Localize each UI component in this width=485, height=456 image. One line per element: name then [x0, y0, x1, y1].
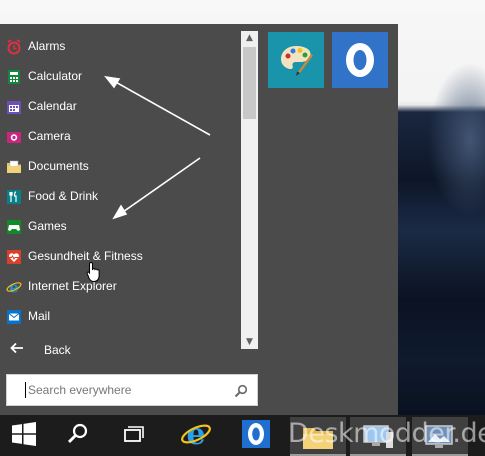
app-item-alarms[interactable]: Alarms — [0, 32, 240, 62]
app-item-documents[interactable]: Documents — [0, 152, 240, 182]
paint-palette-icon — [278, 42, 314, 82]
app-item-games[interactable]: Games — [0, 212, 240, 242]
internet-explorer-icon: e — [180, 417, 212, 454]
scroll-thumb[interactable] — [243, 47, 256, 119]
taskbar-internet-explorer[interactable]: e — [172, 415, 220, 456]
search-icon[interactable] — [234, 383, 248, 398]
alarm-clock-icon — [6, 39, 22, 55]
svg-text:e: e — [186, 418, 205, 450]
scroll-down-arrow-icon[interactable]: ▼ — [241, 335, 258, 349]
taskbar-search-button[interactable] — [54, 415, 102, 456]
outlook-icon — [341, 41, 379, 83]
task-view-icon — [122, 424, 146, 448]
app-label: Alarms — [28, 39, 66, 53]
documents-folder-icon — [6, 159, 22, 175]
computer-icon — [362, 424, 394, 454]
food-drink-icon — [6, 189, 22, 205]
back-arrow-icon — [10, 341, 24, 359]
app-item-internet-explorer[interactable]: e Internet Explorer — [0, 272, 240, 302]
app-label: Documents — [28, 159, 89, 173]
calculator-icon — [6, 69, 22, 85]
app-item-health-fitness[interactable]: Gesundheit & Fitness — [0, 242, 240, 272]
health-fitness-icon — [6, 249, 22, 265]
windows-logo-icon — [10, 420, 38, 452]
app-label: Calculator — [28, 69, 83, 83]
scroll-up-arrow-icon[interactable]: ▲ — [241, 31, 258, 45]
app-item-calculator[interactable]: Calculator — [0, 62, 240, 92]
search-box[interactable] — [6, 374, 258, 406]
search-icon — [66, 422, 90, 450]
taskbar-file-explorer[interactable] — [290, 417, 346, 456]
desktop-icon — [424, 424, 456, 454]
task-view-button[interactable] — [110, 415, 158, 456]
app-label: Gesundheit & Fitness — [28, 249, 143, 263]
games-controller-icon — [6, 219, 22, 235]
app-item-mail[interactable]: Mail — [0, 302, 240, 332]
outlook-tile[interactable] — [332, 32, 388, 88]
paint-tile[interactable] — [268, 32, 324, 88]
back-label: Back — [44, 343, 71, 357]
app-item-camera[interactable]: Camera — [0, 122, 240, 152]
taskbar-outlook[interactable] — [232, 415, 280, 456]
taskbar-desktop[interactable] — [412, 417, 468, 456]
internet-explorer-icon: e — [6, 279, 22, 295]
svg-text:e: e — [9, 279, 19, 295]
outlook-icon — [241, 419, 271, 453]
app-label: Camera — [28, 129, 71, 143]
camera-icon — [6, 129, 22, 145]
start-menu: Alarms Calculator Calendar Camera Docume… — [0, 24, 398, 415]
start-button[interactable] — [0, 415, 48, 456]
app-list-scrollbar[interactable]: ▲ ▼ — [241, 31, 258, 349]
app-label: Internet Explorer — [28, 279, 117, 293]
mail-icon — [6, 309, 22, 325]
file-explorer-icon — [302, 424, 334, 454]
taskbar: e — [0, 415, 485, 456]
app-label: Calendar — [28, 99, 77, 113]
search-input[interactable] — [25, 382, 228, 398]
app-label: Games — [28, 219, 67, 233]
calendar-icon — [6, 99, 22, 115]
app-item-food-drink[interactable]: Food & Drink — [0, 182, 240, 212]
back-button[interactable]: Back — [0, 336, 240, 364]
app-label: Food & Drink — [28, 189, 99, 203]
app-item-calendar[interactable]: Calendar — [0, 92, 240, 122]
app-label: Mail — [28, 309, 51, 323]
taskbar-computer[interactable] — [350, 417, 406, 456]
